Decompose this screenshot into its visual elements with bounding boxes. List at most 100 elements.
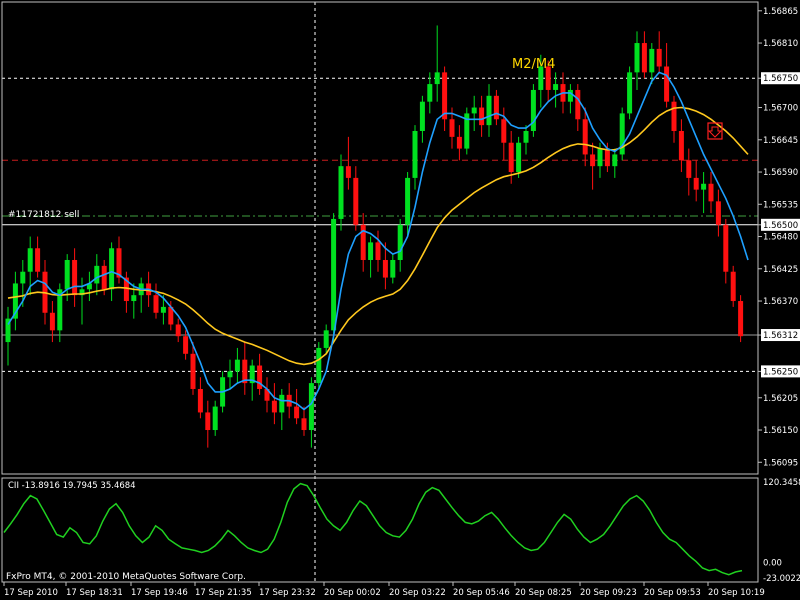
candle-body: [701, 183, 707, 190]
price-tick-label: 1.56205: [763, 394, 798, 404]
candle-body: [279, 394, 285, 413]
candle-body: [486, 95, 492, 126]
candle-body: [153, 295, 159, 313]
time-tick-label: 17 Sep 2010: [4, 588, 58, 598]
candle-body: [641, 43, 647, 73]
candle-body: [656, 48, 662, 67]
time-tick-label: 20 Sep 10:19: [708, 588, 765, 598]
price-tick-label: 1.56312: [763, 331, 798, 341]
candle-body: [338, 166, 344, 219]
time-tick-label: 20 Sep 05:46: [453, 588, 510, 598]
candle-body: [27, 248, 33, 272]
candle-body: [405, 177, 411, 225]
candle-body: [301, 418, 307, 431]
candle-body: [64, 259, 70, 290]
price-tick-label: 1.56645: [763, 136, 798, 146]
candle-body: [190, 353, 196, 389]
price-tick-label: 1.56700: [763, 104, 798, 114]
candle-body: [686, 160, 692, 178]
candle-body: [708, 183, 714, 202]
price-tick-label: 1.56535: [763, 200, 798, 210]
candle-body: [493, 95, 499, 120]
candle-body: [449, 119, 455, 137]
indicator-tick-label: 120.3458: [763, 478, 800, 488]
candle-body: [530, 89, 536, 131]
candle-body: [345, 166, 351, 178]
price-tick-label: 1.56590: [763, 168, 798, 178]
copyright-text: FxPro MT4, © 2001-2010 MetaQuotes Softwa…: [6, 572, 246, 582]
candle-body: [175, 324, 181, 337]
price-tick-label: 1.56095: [763, 458, 798, 468]
candle-body: [227, 371, 233, 378]
time-tick-label: 20 Sep 09:53: [644, 588, 701, 598]
candle-body: [419, 101, 425, 131]
candle-body: [368, 242, 374, 260]
trading-chart[interactable]: CII -13.8916 19.7945 35.4684 1.56865 1.56…: [0, 0, 800, 600]
candle-body: [471, 107, 477, 114]
candle-body: [109, 248, 115, 290]
trade-label: #11721812 sell: [8, 210, 79, 220]
candle-body: [212, 406, 218, 431]
candle-body: [397, 224, 403, 260]
pattern-label: M2/M4: [512, 57, 555, 72]
price-tick-label: 1.56500: [763, 221, 798, 231]
candle-body: [738, 301, 744, 337]
time-tick-label: 20 Sep 00:02: [324, 588, 381, 598]
price-tick-label: 1.56370: [763, 297, 798, 307]
candle-body: [131, 295, 137, 302]
candle-body: [205, 412, 211, 431]
time-tick-label: 17 Sep 18:31: [66, 588, 123, 598]
candle-body: [501, 119, 507, 143]
indicator-tick-label: -23.0022: [763, 574, 800, 584]
candle-body: [427, 84, 433, 102]
candle-body: [456, 136, 462, 149]
candle-body: [604, 148, 610, 167]
candle-body: [730, 271, 736, 302]
candle-body: [331, 218, 337, 331]
candle-body: [308, 383, 314, 431]
candle-body: [160, 306, 166, 313]
price-tick-label: 1.56150: [763, 426, 798, 436]
time-tick-label: 17 Sep 19:46: [131, 588, 188, 598]
price-tick-label: 1.56480: [763, 233, 798, 243]
candle-body: [590, 154, 596, 167]
candle-body: [294, 406, 300, 419]
candle-body: [649, 48, 655, 73]
candle-body: [479, 107, 485, 126]
candle-body: [671, 101, 677, 131]
candle-body: [101, 265, 107, 290]
candle-body: [197, 388, 203, 413]
candle-body: [553, 84, 559, 90]
candle-body: [323, 330, 329, 348]
time-tick-label: 20 Sep 03:22: [389, 588, 446, 598]
candle-body: [693, 177, 699, 190]
candle-body: [523, 130, 529, 143]
candle-body: [20, 271, 26, 284]
time-tick-label: 17 Sep 21:35: [195, 588, 252, 598]
candle-body: [678, 130, 684, 161]
candle-body: [183, 336, 189, 354]
candle-body: [508, 142, 514, 173]
candle-body: [442, 72, 448, 120]
candle-body: [382, 259, 388, 278]
candle-body: [582, 119, 588, 155]
candle-body: [353, 177, 359, 225]
candle-body: [412, 130, 418, 178]
price-tick-label: 1.56750: [763, 74, 798, 84]
candle-body: [390, 259, 396, 278]
indicator-name-label: CII -13.8916 19.7945 35.4684: [8, 481, 136, 491]
candle-body: [664, 66, 670, 102]
time-tick-label: 20 Sep 08:25: [515, 588, 572, 598]
candle-body: [597, 148, 603, 167]
candle-body: [715, 201, 721, 225]
candle-body: [49, 312, 55, 331]
candle-body: [375, 242, 381, 260]
candle-body: [35, 248, 41, 272]
price-tick-label: 1.56810: [763, 39, 798, 49]
candle-body: [634, 43, 640, 73]
candle-body: [316, 347, 322, 384]
time-tick-label: 20 Sep 09:23: [580, 588, 637, 598]
candle-body: [723, 224, 729, 272]
price-tick-label: 1.56250: [763, 367, 798, 377]
candle-body: [434, 72, 440, 85]
